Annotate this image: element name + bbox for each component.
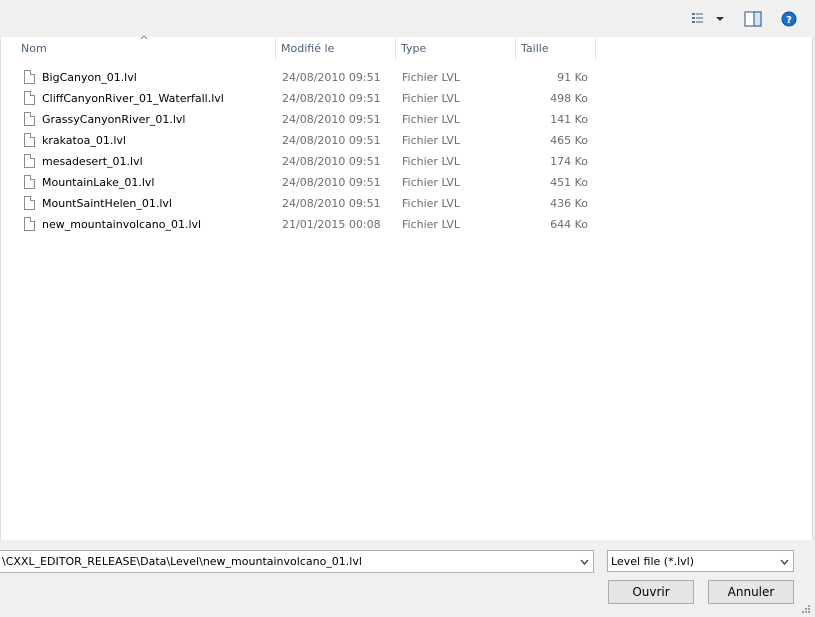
file-icon [24, 133, 35, 147]
file-modified: 21/01/2015 00:08 [282, 218, 381, 231]
file-icon [24, 217, 35, 231]
file-row[interactable]: mesadesert_01.lvl 24/08/2010 09:51 Fichi… [19, 151, 596, 172]
file-row[interactable]: krakatoa_01.lvl 24/08/2010 09:51 Fichier… [19, 130, 596, 151]
file-size: 465 Ko [550, 134, 588, 147]
file-size: 451 Ko [550, 176, 588, 189]
column-header-size[interactable]: Taille [516, 37, 596, 61]
file-row[interactable]: BigCanyon_01.lvl 24/08/2010 09:51 Fichie… [19, 67, 596, 88]
toolbar: ? [0, 0, 815, 37]
open-button[interactable]: Ouvrir [608, 580, 694, 604]
file-row[interactable]: MountainLake_01.lvl 24/08/2010 09:51 Fic… [19, 172, 596, 193]
file-name: CliffCanyonRiver_01_Waterfall.lvl [42, 92, 224, 105]
file-modified: 24/08/2010 09:51 [282, 176, 381, 189]
file-type: Fichier LVL [402, 134, 461, 147]
file-modified: 24/08/2010 09:51 [282, 113, 381, 126]
filename-input[interactable]: \CXXL_EDITOR_RELEASE\Data\Level\new_moun… [2, 555, 362, 568]
chevron-down-icon[interactable] [780, 559, 789, 565]
preview-pane-icon [744, 11, 762, 27]
column-header-type[interactable]: Type [396, 37, 516, 61]
filename-combobox[interactable]: \CXXL_EDITOR_RELEASE\Data\Level\new_moun… [0, 550, 594, 573]
preview-pane-button[interactable] [742, 9, 764, 29]
file-icon [24, 154, 35, 168]
file-modified: 24/08/2010 09:51 [282, 155, 381, 168]
file-row[interactable]: new_mountainvolcano_01.lvl 21/01/2015 00… [19, 214, 596, 235]
help-icon: ? [781, 11, 797, 27]
file-type: Fichier LVL [402, 197, 461, 210]
file-icon [24, 91, 35, 105]
column-header-modified[interactable]: Modifié le [276, 37, 396, 61]
help-button[interactable]: ? [779, 9, 799, 29]
file-name: MountSaintHelen_01.lvl [42, 197, 172, 210]
file-size: 91 Ko [557, 71, 588, 84]
file-size: 644 Ko [550, 218, 588, 231]
file-name: mesadesert_01.lvl [42, 155, 143, 168]
file-size: 174 Ko [550, 155, 588, 168]
file-icon [24, 175, 35, 189]
file-icon [24, 196, 35, 210]
file-name: GrassyCanyonRiver_01.lvl [42, 113, 186, 126]
file-row[interactable]: MountSaintHelen_01.lvl 24/08/2010 09:51 … [19, 193, 596, 214]
file-type: Fichier LVL [402, 176, 461, 189]
file-type: Fichier LVL [402, 218, 461, 231]
file-icon [24, 70, 35, 84]
file-size: 436 Ko [550, 197, 588, 210]
file-name: new_mountainvolcano_01.lvl [42, 218, 202, 231]
file-row[interactable]: CliffCanyonRiver_01_Waterfall.lvl 24/08/… [19, 88, 596, 109]
view-options-button[interactable] [686, 9, 730, 29]
file-modified: 24/08/2010 09:51 [282, 92, 381, 105]
file-size: 498 Ko [550, 92, 588, 105]
svg-text:?: ? [786, 15, 792, 26]
file-name: krakatoa_01.lvl [42, 134, 126, 147]
column-header-name[interactable]: Nom [16, 37, 276, 61]
file-type: Fichier LVL [402, 92, 461, 105]
file-type-filter-select[interactable]: Level file (*.lvl) [607, 550, 794, 572]
file-name: MountainLake_01.lvl [42, 176, 155, 189]
file-modified: 24/08/2010 09:51 [282, 197, 381, 210]
cancel-button[interactable]: Annuler [708, 580, 794, 604]
chevron-down-icon[interactable] [580, 559, 589, 565]
file-type: Fichier LVL [402, 71, 461, 84]
file-list[interactable]: Nom Modifié le Type Taille BigCanyon_01.… [0, 35, 813, 540]
resize-grip-icon[interactable] [801, 604, 811, 614]
file-row[interactable]: GrassyCanyonRiver_01.lvl 24/08/2010 09:5… [19, 109, 596, 130]
file-type: Fichier LVL [402, 113, 461, 126]
file-name: BigCanyon_01.lvl [42, 71, 137, 84]
file-type-filter-value: Level file (*.lvl) [611, 555, 694, 568]
file-modified: 24/08/2010 09:51 [282, 134, 381, 147]
file-modified: 24/08/2010 09:51 [282, 71, 381, 84]
file-size: 141 Ko [550, 113, 588, 126]
file-type: Fichier LVL [402, 155, 461, 168]
view-options-icon [692, 13, 724, 23]
file-icon [24, 112, 35, 126]
